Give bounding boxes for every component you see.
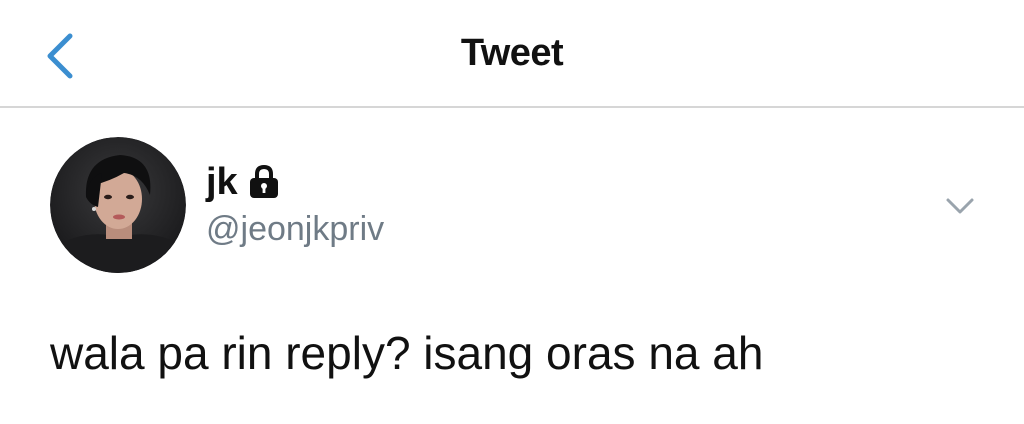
avatar-image — [50, 137, 186, 273]
display-name[interactable]: jk — [206, 161, 238, 204]
tweet-detail-screen: Tweet jk @jeonjkpriv wala pa rin reply? … — [0, 0, 1024, 424]
chevron-down-icon — [946, 198, 974, 214]
tweet-text: wala pa rin reply? isang oras na ah — [50, 327, 764, 379]
username-handle[interactable]: @jeonjkpriv — [206, 210, 384, 249]
lock-icon — [248, 164, 280, 199]
avatar[interactable] — [50, 137, 186, 273]
navigation-bar: Tweet — [0, 0, 1024, 108]
author-name-row: jk — [206, 158, 280, 206]
tweet-menu-button[interactable] — [940, 190, 980, 224]
page-title: Tweet — [460, 32, 564, 74]
